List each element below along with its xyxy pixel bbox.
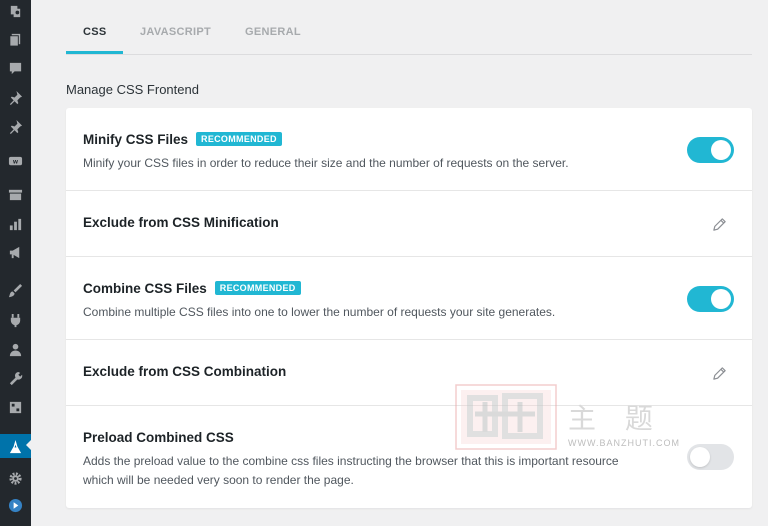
combine-css-toggle[interactable] <box>687 286 734 312</box>
tools-icon[interactable] <box>0 367 31 389</box>
toggle-knob <box>711 140 731 160</box>
tab-general[interactable]: GENERAL <box>245 26 301 38</box>
setting-row-minify-css: Minify CSS Files RECOMMENDED Minify your … <box>66 108 752 191</box>
setting-description: Combine multiple CSS files into one to l… <box>83 305 556 319</box>
appearance-icon[interactable] <box>0 279 31 301</box>
toggle-knob <box>690 447 710 467</box>
watermark-subtext: WWW.BANZHUTI.COM <box>568 438 680 448</box>
setting-row-exclude-minification: Exclude from CSS Minification <box>66 191 752 257</box>
edit-pencil-icon[interactable] <box>710 364 728 382</box>
tab-css[interactable]: CSS <box>83 26 107 38</box>
admin-sidebar: W <box>0 0 32 526</box>
settings-card: Minify CSS Files RECOMMENDED Minify your … <box>66 108 752 508</box>
users-icon[interactable] <box>0 338 31 360</box>
svg-text:W: W <box>13 159 18 165</box>
description-line: which will be needed very soon to render… <box>83 473 354 487</box>
setting-description: Adds the preload value to the combine cs… <box>83 452 663 490</box>
setting-title: Combine CSS Files RECOMMENDED <box>83 281 301 296</box>
active-tab-indicator <box>66 51 123 54</box>
settings-icon[interactable] <box>0 396 31 418</box>
woocommerce-icon[interactable]: W <box>0 150 31 172</box>
plugins-icon[interactable] <box>0 309 31 331</box>
marketing-icon[interactable] <box>0 241 31 263</box>
recommended-badge: RECOMMENDED <box>214 281 301 295</box>
watermark-text: 主 题 <box>568 402 663 435</box>
comments-icon[interactable] <box>0 57 31 79</box>
dashboard-icon[interactable] <box>0 0 31 22</box>
performance-plugin-icon[interactable] <box>0 434 32 458</box>
edit-pencil-icon[interactable] <box>710 215 728 233</box>
watermark-logo <box>455 384 557 450</box>
pin-icon[interactable] <box>0 86 31 108</box>
recommended-badge: RECOMMENDED <box>196 132 282 146</box>
setting-title: Exclude from CSS Minification <box>83 215 279 230</box>
play-icon[interactable] <box>0 494 31 516</box>
setting-title: Minify CSS Files RECOMMENDED <box>83 132 282 147</box>
minify-css-toggle[interactable] <box>687 137 734 163</box>
toggle-knob <box>711 289 731 309</box>
preload-css-toggle[interactable] <box>687 444 734 470</box>
analytics-icon[interactable] <box>0 213 31 235</box>
setting-title: Exclude from CSS Combination <box>83 364 287 379</box>
setting-row-combine-css: Combine CSS Files RECOMMENDED Combine mul… <box>66 257 752 340</box>
pin-icon[interactable] <box>0 115 31 137</box>
gear-icon[interactable] <box>0 467 31 489</box>
pages-icon[interactable] <box>0 28 31 50</box>
setting-title: Preload Combined CSS <box>83 430 234 445</box>
section-title: Manage CSS Frontend <box>66 82 199 97</box>
tab-javascript[interactable]: JAVASCRIPT <box>140 26 211 38</box>
setting-description: Minify your CSS files in order to reduce… <box>83 156 569 170</box>
archive-icon[interactable] <box>0 183 31 205</box>
tab-bar: CSS JAVASCRIPT GENERAL <box>66 0 752 55</box>
description-line: Adds the preload value to the combine cs… <box>83 454 619 468</box>
